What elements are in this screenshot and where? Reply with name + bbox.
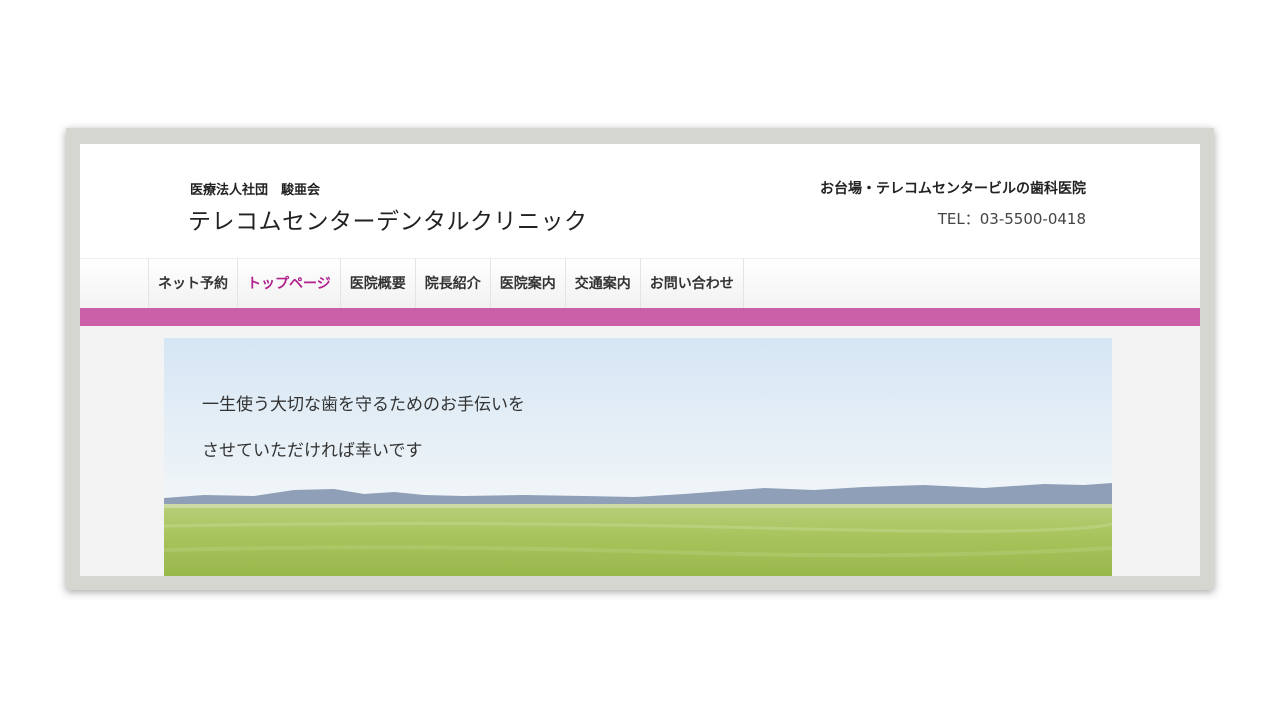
nav-item-clinic-overview[interactable]: 医院概要	[339, 259, 415, 309]
page-viewport: 医療法人社団 駿亜会 テレコムセンターデンタルクリニック お台場・テレコムセンタ…	[80, 144, 1200, 576]
clinic-name-logo[interactable]: テレコムセンターデンタルクリニック	[188, 202, 588, 236]
site-header: 医療法人社団 駿亜会 テレコムセンターデンタルクリニック お台場・テレコムセンタ…	[80, 144, 1200, 258]
nav-item-director-intro[interactable]: 院長紹介	[414, 259, 490, 309]
nav-item-top-page[interactable]: トップページ	[237, 259, 340, 309]
nav-item-access[interactable]: 交通案内	[564, 259, 640, 309]
hero-message-line-2: させていただければ幸いです	[202, 441, 423, 461]
org-name: 医療法人社団 駿亜会	[190, 183, 321, 198]
sky	[164, 338, 1112, 508]
horizon-haze	[164, 504, 1112, 508]
accent-bar	[80, 308, 1200, 326]
nav-item-contact[interactable]: お問い合わせ	[639, 259, 744, 309]
hero-message-line-1: 一生使う大切な歯を守るためのお手伝いを	[202, 395, 525, 415]
phone-number: TEL：03-5500-0418	[937, 210, 1086, 228]
nav-item-net-reservation[interactable]: ネット予約	[148, 259, 237, 309]
site-tagline: お台場・テレコムセンタービルの歯科医院	[820, 181, 1086, 197]
nav-item-clinic-guide[interactable]: 医院案内	[489, 259, 565, 309]
nav-list: ネット予約 トップページ 医院概要 院長紹介 医院案内 交通案内 お問い合わせ	[148, 259, 744, 309]
grass-field	[164, 504, 1112, 576]
main-content: 一生使う大切な歯を守るためのお手伝いを させていただければ幸いです	[80, 326, 1200, 576]
main-navigation: ネット予約 トップページ 医院概要 院長紹介 医院案内 交通案内 お問い合わせ	[80, 258, 1200, 309]
hero-banner: 一生使う大切な歯を守るためのお手伝いを させていただければ幸いです	[164, 338, 1112, 576]
